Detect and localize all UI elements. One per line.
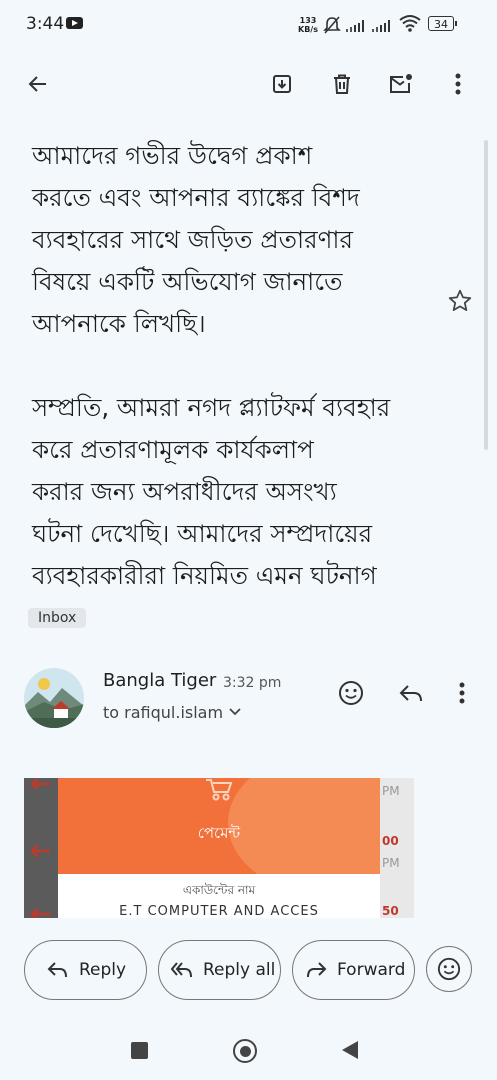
- account-section: একাউন্টের নাম E.T COMPUTER AND ACCES: [58, 874, 380, 918]
- star-icon[interactable]: [447, 288, 473, 314]
- home-button[interactable]: [233, 1039, 257, 1063]
- sender-name[interactable]: Bangla Tiger: [103, 670, 216, 691]
- mute-icon: [323, 16, 341, 34]
- scrollbar[interactable]: [484, 140, 488, 450]
- status-time: 3:44: [26, 14, 65, 34]
- emoji-reaction-icon[interactable]: [338, 680, 364, 706]
- cart-icon: [206, 779, 233, 801]
- body-line: করতে এবং আপনার ব্যাঙ্কের বিশদ: [32, 183, 360, 212]
- wifi-icon: [399, 15, 421, 32]
- forward-label: Forward: [337, 960, 406, 980]
- reply-all-button[interactable]: Reply all: [158, 940, 281, 1000]
- body-line: সম্প্রতি, আমরা নগদ প্ল্যাটফর্ম ব্যবহার: [32, 393, 391, 422]
- company-name: E.T COMPUTER AND ACCES: [119, 904, 319, 918]
- arrow-left-icon: [30, 908, 50, 918]
- more-options-button[interactable]: [440, 66, 476, 102]
- status-bar: 3:44 133 KB/s 34: [0, 0, 497, 50]
- body-line: করে প্রতারণামূলক কার্যকলাপ: [32, 435, 314, 464]
- side-text: 50: [382, 904, 399, 918]
- arrow-left-icon: [30, 778, 50, 790]
- payment-header: পেমেন্ট: [58, 778, 414, 898]
- paragraph: সম্প্রতি, আমরা নগদ প্ল্যাটফর্ম ব্যবহার ক…: [32, 387, 452, 597]
- emoji-reaction-button[interactable]: [426, 946, 472, 992]
- reply-all-label: Reply all: [203, 960, 276, 980]
- recents-button[interactable]: [131, 1042, 148, 1059]
- archive-button[interactable]: [264, 66, 300, 102]
- forward-icon: [307, 962, 327, 978]
- side-text: PM: [382, 856, 400, 870]
- reply-icon: [47, 962, 67, 978]
- net-speed-unit: KB/s: [298, 25, 318, 34]
- body-line: আমাদের গভীর উদ্বেগ প্রকাশ: [32, 141, 313, 170]
- payment-title: পেমেন্ট: [197, 824, 241, 842]
- body-line: ঘটনা দেখেছি। আমাদের সম্প্রদায়ের: [32, 519, 373, 548]
- body-line: ব্যবহারকারীরা নিয়মিত এমন ঘটনাগ: [32, 561, 377, 590]
- avatar[interactable]: [24, 668, 84, 728]
- reply-icon[interactable]: [398, 683, 424, 705]
- back-button[interactable]: [20, 66, 56, 102]
- chevron-down-icon[interactable]: [228, 707, 242, 717]
- inbox-label-chip[interactable]: Inbox: [28, 608, 87, 628]
- home-dot: [239, 1045, 251, 1057]
- delete-button[interactable]: [324, 66, 360, 102]
- more-vert-icon[interactable]: [459, 682, 465, 704]
- mark-unread-icon: [390, 74, 412, 93]
- paragraph: আমাদের গভীর উদ্বেগ প্রকাশ করতে এবং আপনার…: [32, 135, 452, 345]
- reply-all-icon: [171, 962, 192, 978]
- net-speed-value: 133: [299, 16, 317, 25]
- body-line: বিষয়ে একটি অভিযোগ জানাতে: [32, 267, 343, 296]
- email-body: আমাদের গভীর উদ্বেগ প্রকাশ করতে এবং আপনার…: [32, 135, 452, 597]
- avatar-image: [24, 668, 84, 728]
- back-nav-button[interactable]: [341, 1040, 359, 1060]
- body-line: করার জন্য অপরাধীদের অসংখ্য: [32, 477, 337, 506]
- reply-button[interactable]: Reply: [24, 940, 147, 1000]
- network-speed: 133 KB/s: [298, 16, 318, 34]
- back-arrow-icon: [28, 76, 46, 92]
- forward-button[interactable]: Forward: [292, 940, 415, 1000]
- emoji-icon: [437, 957, 461, 981]
- email-toolbar: [0, 52, 497, 116]
- embedded-image[interactable]: পেমেন্ট একাউন্টের নাম E.T COMPUTER AND A…: [24, 778, 414, 918]
- mark-unread-button[interactable]: [383, 66, 419, 102]
- arrow-left-icon: [30, 844, 50, 858]
- account-name-label: একাউন্টের নাম: [182, 883, 256, 897]
- delete-icon: [334, 74, 350, 94]
- body-line: আপনাকে লিখছি।: [32, 309, 206, 338]
- side-panel: PM 00 PM 50: [380, 778, 414, 918]
- archive-icon: [273, 75, 291, 93]
- signal-icon: [372, 20, 390, 32]
- sent-time: 3:32 pm: [223, 675, 282, 691]
- battery-icon: 34: [428, 16, 457, 31]
- system-navigation-bar: [0, 1020, 497, 1080]
- more-vert-icon: [455, 73, 461, 95]
- body-line: ব্যবহারের সাথে জড়িত প্রতারণার: [32, 225, 353, 254]
- signal-icon: [346, 20, 364, 32]
- youtube-icon: [66, 17, 83, 29]
- reply-label: Reply: [79, 960, 127, 980]
- side-text: 00: [382, 834, 399, 848]
- side-text: PM: [382, 784, 400, 798]
- recipient-details[interactable]: to rafiqul.islam: [103, 703, 223, 722]
